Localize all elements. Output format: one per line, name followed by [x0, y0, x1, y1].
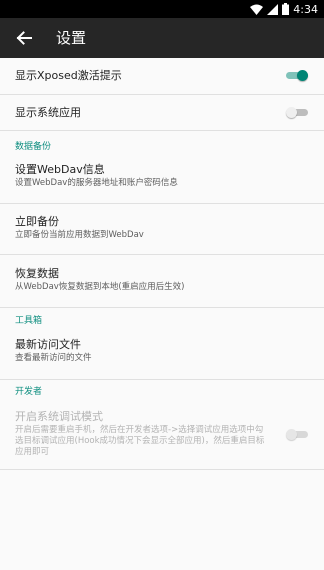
status-bar: 4:34: [0, 0, 324, 18]
debug-mode-toggle: [286, 429, 308, 440]
settings-list: 显示Xposed激活提示 显示系统应用 数据备份 设置WebDav信息 设置We…: [0, 58, 324, 570]
wifi-icon: [250, 4, 264, 15]
setting-title: 显示系统应用: [15, 106, 81, 119]
battery-icon: [282, 3, 290, 15]
setting-title: 设置WebDav信息: [15, 163, 105, 176]
setting-title: 最新访问文件: [15, 338, 81, 351]
section-header-backup: 数据备份: [15, 142, 52, 152]
setting-title: 立即备份: [15, 215, 59, 228]
setting-title: 显示Xposed激活提示: [15, 69, 122, 82]
setting-restore[interactable]: 恢复数据 从WebDav恢复数据到本地(重启应用后生效): [0, 255, 324, 308]
back-arrow-icon[interactable]: [14, 28, 34, 48]
setting-show-system-apps[interactable]: 显示系统应用: [0, 95, 324, 131]
setting-backup-now[interactable]: 立即备份 立即备份当前应用数据到WebDav: [0, 204, 324, 255]
setting-webdav[interactable]: 设置WebDav信息 设置WebDav的服务器地址和账户密码信息: [0, 157, 324, 204]
setting-summary: 开启后需要重启手机，然后在开发者选项->选择调试应用选项中勾选目标调试应用(Ho…: [15, 425, 265, 457]
setting-summary: 从WebDav恢复数据到本地(重启应用后生效): [15, 282, 185, 292]
setting-title: 恢复数据: [15, 267, 59, 280]
show-system-apps-toggle[interactable]: [286, 107, 308, 118]
page-title: 设置: [56, 29, 87, 47]
setting-show-xposed[interactable]: 显示Xposed激活提示: [0, 58, 324, 95]
setting-summary: 设置WebDav的服务器地址和账户密码信息: [15, 178, 178, 188]
cellular-signal-icon: [267, 3, 279, 15]
setting-recent-files[interactable]: 最新访问文件 查看最新访问的文件: [0, 331, 324, 380]
status-time: 4:34: [293, 2, 318, 16]
setting-debug-mode: 开启系统调试模式 开启后需要重启手机，然后在开发者选项->选择调试应用选项中勾选…: [0, 402, 324, 470]
app-bar: 设置: [0, 18, 324, 58]
setting-summary: 立即备份当前应用数据到WebDav: [15, 230, 144, 240]
section-header-developer: 开发者: [15, 387, 43, 397]
section-header-tools: 工具箱: [15, 316, 43, 326]
setting-title: 开启系统调试模式: [15, 410, 103, 423]
setting-summary: 查看最新访问的文件: [15, 353, 92, 363]
show-xposed-toggle[interactable]: [286, 70, 308, 81]
